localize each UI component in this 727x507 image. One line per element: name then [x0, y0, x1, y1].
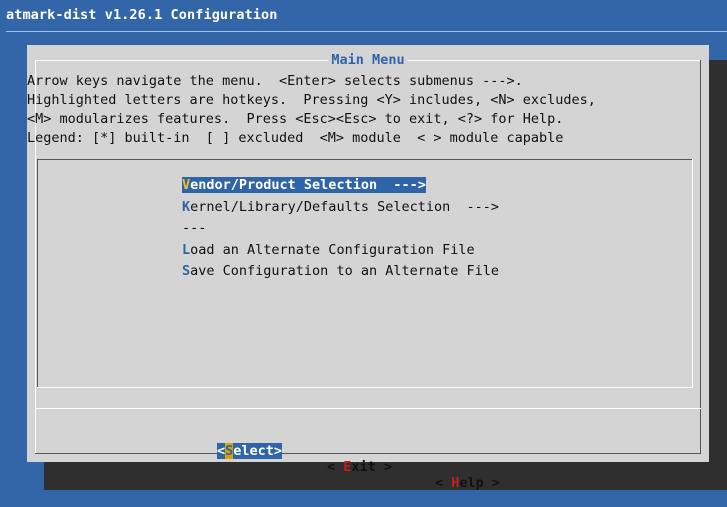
- menu-item-hotkey: K: [182, 198, 191, 215]
- window-title: atmark-dist v1.26.1 Configuration: [6, 7, 278, 23]
- exit-button[interactable]: < Exit >: [327, 459, 392, 475]
- menu-list: Vendor/Product Selection ---> Kernel/Lib…: [182, 175, 499, 283]
- menu-item-vendor-product-selection[interactable]: Vendor/Product Selection --->: [182, 175, 499, 197]
- menu-item-label: ave Configuration to an Alternate File: [190, 263, 499, 279]
- help-text-block: Arrow keys navigate the menu. <Enter> se…: [27, 72, 709, 152]
- main-menu-dialog: Main Menu Arrow keys navigate the menu. …: [27, 45, 709, 491]
- menu-item-hotkey: S: [182, 263, 191, 279]
- help-button[interactable]: < Help >: [435, 475, 500, 491]
- menu-list-box: Vendor/Product Selection ---> Kernel/Lib…: [37, 159, 693, 388]
- menu-separator: ---: [182, 218, 499, 240]
- menu-item-kernel-library-defaults[interactable]: Kernel/Library/Defaults Selection --->: [182, 197, 499, 219]
- help-line: Legend: [*] built-in [ ] excluded <M> mo…: [27, 130, 564, 146]
- menu-item-save-alternate-config[interactable]: Save Configuration to an Alternate File: [182, 261, 499, 283]
- help-line: <M> modularizes features. Press <Esc><Es…: [27, 111, 564, 127]
- button-separator: [35, 408, 701, 409]
- menu-item-hotkey: L: [182, 241, 191, 258]
- menu-separator-text: ---: [182, 220, 207, 236]
- help-line: Highlighted letters are hotkeys. Pressin…: [27, 92, 596, 108]
- menu-item-label: ernel/Library/Defaults Selection --->: [190, 198, 499, 215]
- title-underline: [6, 31, 727, 32]
- menu-item-label: oad an Alternate Configuration File: [190, 241, 475, 258]
- help-line: Arrow keys navigate the menu. <Enter> se…: [27, 73, 523, 89]
- dialog-title: Main Menu: [328, 52, 408, 68]
- dialog-shadow-right: [709, 60, 727, 462]
- button-bar: <Select> < Exit > < Help >: [27, 427, 709, 507]
- menu-item-hotkey: V: [182, 177, 191, 193]
- menu-item-label: endor/Product Selection --->: [190, 177, 426, 193]
- menu-item-load-alternate-config[interactable]: Load an Alternate Configuration File: [182, 240, 499, 262]
- select-button[interactable]: <Select>: [217, 443, 283, 459]
